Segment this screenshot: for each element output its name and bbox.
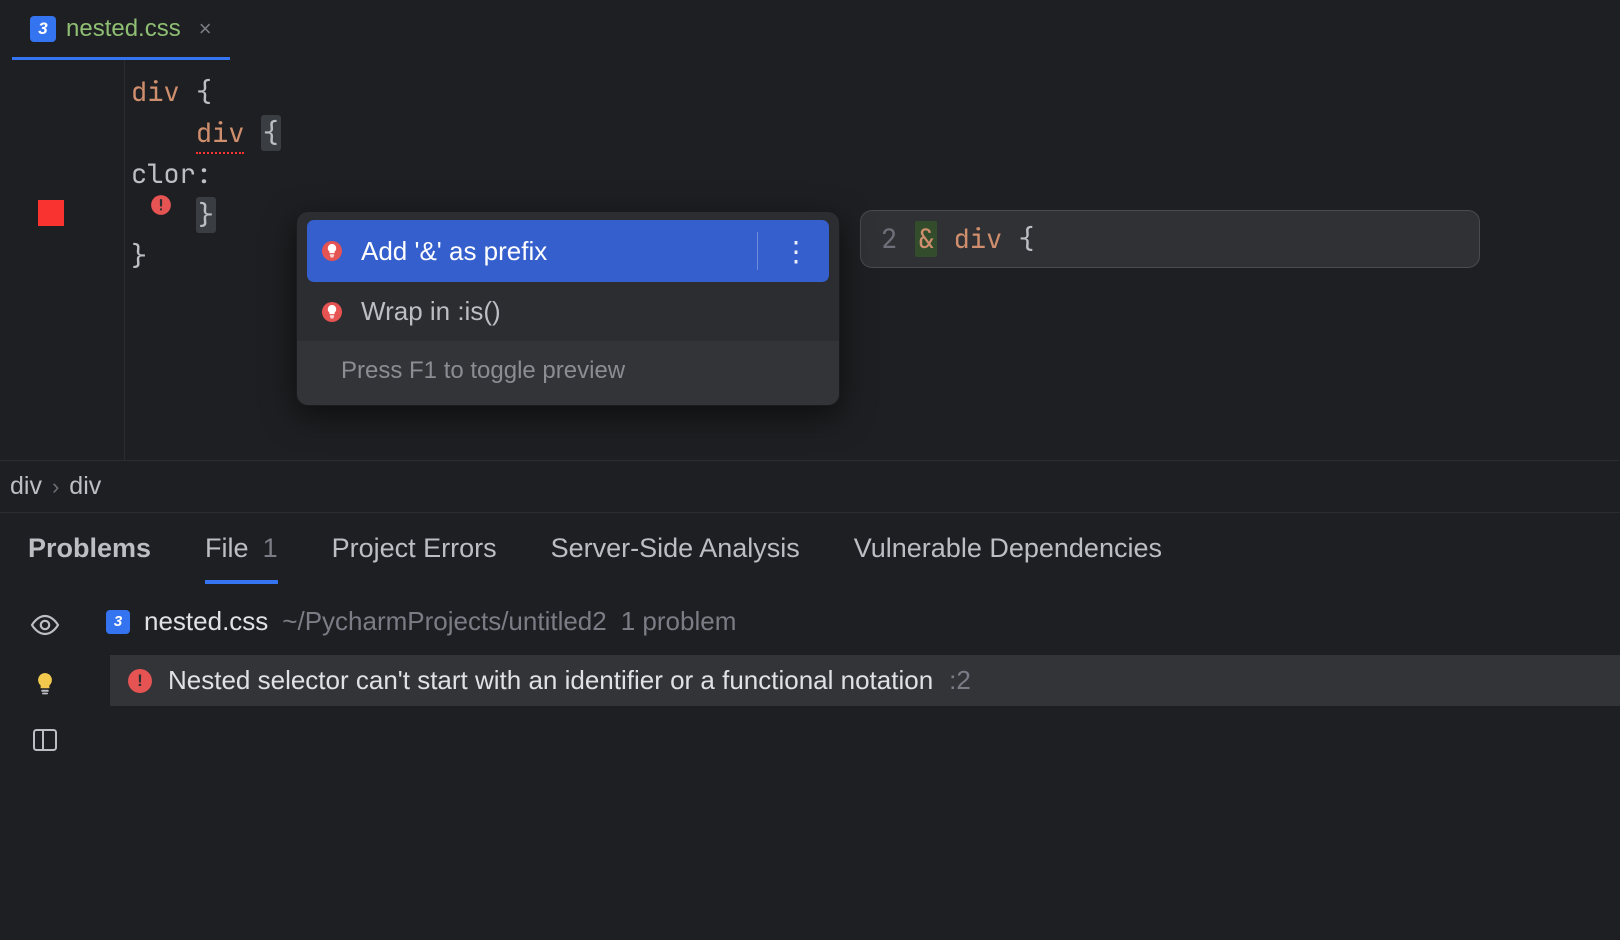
code-token: {	[196, 74, 212, 110]
problems-file-name: nested.css	[144, 606, 268, 637]
code-token: div	[131, 74, 180, 110]
chevron-right-icon: ›	[52, 474, 59, 500]
inline-error-icon	[150, 194, 172, 216]
layout-icon[interactable]	[31, 726, 59, 754]
problems-file-path: ~/PycharmProjects/untitled2	[282, 606, 606, 637]
tab-project-errors[interactable]: Project Errors	[332, 533, 497, 584]
code-token: }	[196, 197, 216, 233]
intention-add-amp-prefix[interactable]: Add '&' as prefix ⋮	[307, 220, 829, 282]
separator	[757, 232, 758, 270]
breadcrumb-item[interactable]: div	[69, 472, 101, 501]
problems-side-toolbar	[0, 602, 90, 754]
problem-message: Nested selector can't start with an iden…	[168, 665, 933, 696]
preview-token: &	[915, 221, 937, 257]
code-error-token: div	[196, 115, 245, 154]
tab-file-label: File	[205, 533, 249, 564]
problem-item[interactable]: ! Nested selector can't start with an id…	[110, 655, 1620, 706]
code-token: lor	[147, 156, 196, 192]
tab-server-side-analysis[interactable]: Server-Side Analysis	[551, 533, 800, 584]
tab-file[interactable]: File 1	[205, 533, 278, 584]
error-lightbulb-icon	[321, 240, 343, 262]
intention-hint: Press F1 to toggle preview	[297, 341, 839, 405]
problems-file-row[interactable]: 3 nested.css ~/PycharmProjects/untitled2…	[90, 602, 1620, 655]
tab-file-count: 1	[263, 533, 278, 564]
problems-panel: Problems File 1 Project Errors Server-Si…	[0, 512, 1620, 754]
problems-tabs: Problems File 1 Project Errors Server-Si…	[0, 513, 1620, 584]
tabs-bar: 3 nested.css ×	[0, 0, 1620, 60]
code-token: :	[196, 156, 212, 192]
tab-nested-css[interactable]: 3 nested.css ×	[12, 0, 230, 60]
close-icon[interactable]: ×	[199, 16, 212, 42]
css-file-icon: 3	[106, 610, 130, 634]
intention-popup: Add '&' as prefix ⋮ Wrap in :is() Press …	[296, 211, 840, 406]
tab-label: nested.css	[66, 15, 181, 43]
error-icon: !	[128, 669, 152, 693]
preview-line-number: 2	[881, 221, 897, 257]
color-swatch-icon[interactable]	[38, 200, 64, 226]
kebab-icon[interactable]: ⋮	[776, 235, 815, 268]
code-token	[131, 115, 196, 151]
preview-token: div	[954, 221, 1003, 257]
lightbulb-icon[interactable]	[31, 670, 59, 698]
preview-token: {	[1018, 221, 1034, 257]
problems-file-summary: 1 problem	[621, 606, 737, 637]
problems-content: 3 nested.css ~/PycharmProjects/untitled2…	[90, 602, 1620, 754]
tab-vulnerable-dependencies[interactable]: Vulnerable Dependencies	[854, 533, 1162, 584]
intention-label: Wrap in :is()	[361, 296, 815, 327]
code-token: c	[131, 156, 147, 192]
css-file-icon: 3	[30, 16, 56, 42]
editor-gutter	[0, 60, 125, 460]
eye-icon[interactable]	[28, 608, 62, 642]
code-token: }	[131, 238, 147, 274]
tab-problems[interactable]: Problems	[28, 533, 151, 584]
intention-label: Add '&' as prefix	[361, 236, 739, 267]
error-lightbulb-icon	[321, 301, 343, 323]
intention-wrap-in-is[interactable]: Wrap in :is()	[297, 282, 839, 341]
breadcrumb-item[interactable]: div	[10, 472, 42, 501]
breadcrumb: div › div	[0, 460, 1620, 512]
code-token: {	[261, 115, 281, 151]
quickfix-preview: 2 & div {	[860, 210, 1480, 268]
problem-location: :2	[949, 665, 971, 696]
